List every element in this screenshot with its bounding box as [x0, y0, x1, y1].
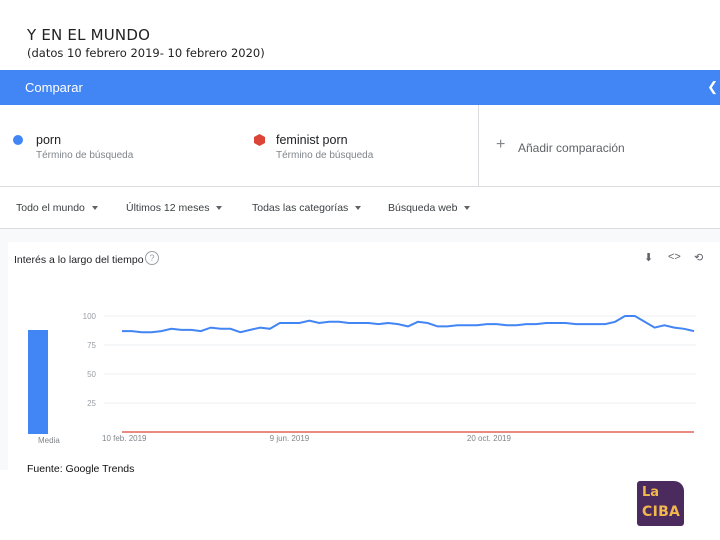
compare-label: Comparar — [25, 80, 83, 95]
plus-icon: + — [496, 136, 506, 153]
y-tick-label: 100 — [83, 312, 97, 321]
filter-time-dropdown[interactable]: Últimos 12 meses — [126, 202, 223, 214]
filter-label: Todo el mundo — [16, 202, 85, 214]
search-terms-row: porn Término de búsqueda feminist porn T… — [0, 105, 720, 187]
x-tick-label: 20 oct. 2019 — [467, 434, 512, 443]
filter-label: Búsqueda web — [388, 202, 458, 214]
x-tick-label: 9 jun. 2019 — [270, 434, 310, 443]
logo-line-2: CIBA — [642, 504, 681, 520]
filters-row: Todo el mundo Últimos 12 meses Todas las… — [0, 187, 720, 229]
slide-subtitle: (datos 10 febrero 2019- 10 febrero 2020) — [27, 46, 265, 60]
series-hexagon-icon — [254, 134, 265, 146]
compare-bar: Comparar ❮ — [0, 70, 720, 105]
filter-category-dropdown[interactable]: Todas las categorías — [252, 202, 362, 214]
term-card-feminist-porn[interactable]: feminist porn Término de búsqueda — [240, 105, 478, 187]
source-note: Fuente: Google Trends — [27, 463, 135, 475]
chevron-down-icon — [91, 206, 98, 211]
series-line-porn — [122, 315, 695, 334]
filter-search-type-dropdown[interactable]: Búsqueda web — [388, 202, 471, 214]
filter-label: Todas las categorías — [252, 202, 349, 214]
interest-over-time-card: Interés a lo largo del tiempo ? ⬇ <> ⟲ M… — [8, 242, 720, 470]
add-comparison-label: Añadir comparación — [518, 141, 625, 155]
y-tick-label: 50 — [87, 370, 96, 379]
logo-line-1: La — [642, 485, 660, 500]
la-ciba-logo: La CIBA — [637, 481, 684, 526]
term-name: feminist porn — [276, 133, 348, 147]
y-tick-label: 25 — [87, 399, 96, 408]
y-tick-label: 75 — [87, 341, 96, 350]
interest-line-chart: 100 75 50 25 10 feb. 2019 9 jun. 2019 20 oct. … — [83, 312, 696, 443]
term-divider — [478, 105, 479, 187]
chevron-down-icon — [216, 206, 223, 211]
series-circle-icon — [13, 135, 23, 145]
filter-region-dropdown[interactable]: Todo el mundo — [16, 202, 98, 214]
term-kind: Término de búsqueda — [276, 150, 374, 161]
chevron-down-icon — [355, 206, 362, 211]
term-name: porn — [36, 133, 62, 147]
slide-title: Y EN EL MUNDO — [27, 26, 151, 44]
google-trends-screenshot: Comparar ❮ porn Término de búsqueda femi… — [0, 70, 720, 470]
filter-label: Últimos 12 meses — [126, 202, 210, 214]
term-kind: Término de búsqueda — [36, 150, 134, 161]
chevron-down-icon — [464, 206, 471, 211]
share-arrow-icon[interactable]: ❮ — [707, 79, 718, 95]
term-card-porn[interactable]: porn Término de búsqueda — [0, 105, 240, 187]
x-tick-label: 10 feb. 2019 — [102, 434, 147, 443]
